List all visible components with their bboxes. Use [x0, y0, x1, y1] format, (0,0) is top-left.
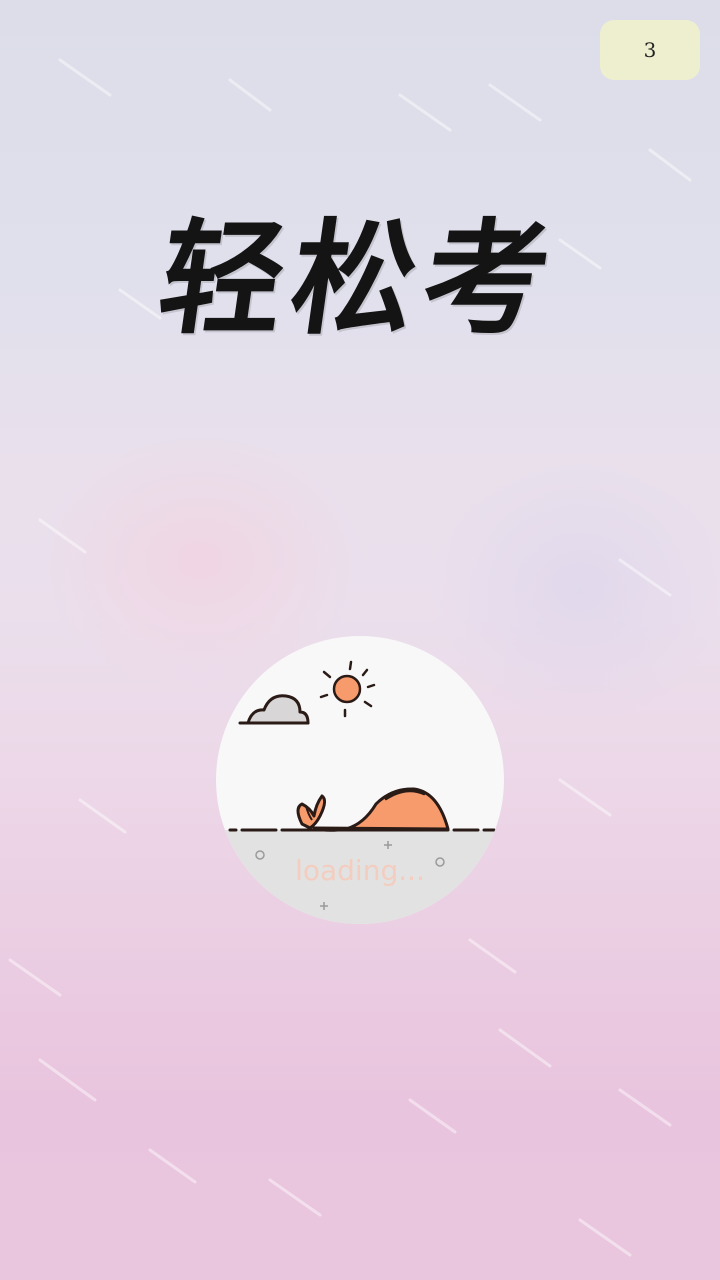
loading-illustration: loading... — [216, 636, 504, 924]
skip-countdown-button[interactable]: 3 — [600, 20, 700, 80]
sun-icon — [319, 660, 376, 718]
cloud-icon — [238, 694, 310, 725]
app-title-logo: 轻松考 — [150, 207, 567, 352]
countdown-value: 3 — [643, 38, 657, 62]
loading-text: loading... — [295, 854, 425, 887]
whale-icon — [296, 787, 450, 832]
